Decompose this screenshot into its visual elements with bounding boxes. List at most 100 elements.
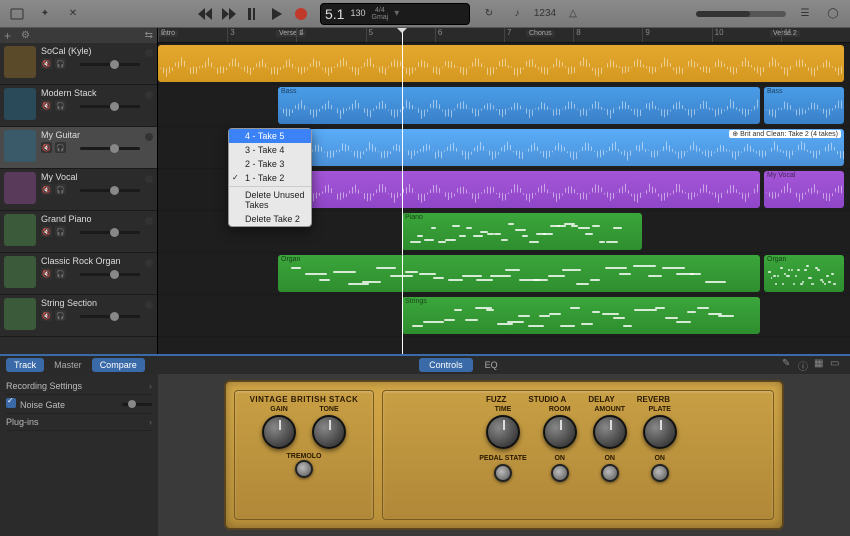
volume-slider[interactable] xyxy=(80,231,140,234)
forward-button[interactable] xyxy=(220,5,238,23)
track-header[interactable]: SoCal (Kyle) 🔇 🎧 xyxy=(0,43,157,85)
tuner-icon[interactable]: ♪ xyxy=(508,5,526,23)
ruler-bar[interactable]: 9 xyxy=(642,28,711,42)
master-volume[interactable] xyxy=(696,11,786,17)
ruler-bar[interactable]: 4 xyxy=(296,28,365,42)
takes-menu[interactable]: 4 - Take 53 - Take 42 - Take 31 - Take 2… xyxy=(228,128,312,227)
track-lane[interactable]: BassBass xyxy=(158,85,850,127)
track-color-dot[interactable] xyxy=(145,259,153,267)
volume-slider[interactable] xyxy=(80,273,140,276)
add-track-button[interactable]: + xyxy=(4,29,11,43)
takes-menu-item[interactable]: 1 - Take 2 xyxy=(229,171,311,185)
countin-icon[interactable]: 1234 xyxy=(536,5,554,23)
stop-button[interactable] xyxy=(244,5,262,23)
tab-master[interactable]: Master xyxy=(46,358,90,372)
volume-slider[interactable] xyxy=(80,189,140,192)
solo-button[interactable]: 🎧 xyxy=(55,226,66,237)
region[interactable]: Bass xyxy=(764,87,844,124)
track-lane[interactable]: OrganOrgan xyxy=(158,253,850,295)
region[interactable] xyxy=(158,45,844,82)
record-button[interactable] xyxy=(292,5,310,23)
pedal-icon[interactable]: ▭ xyxy=(830,358,844,372)
takes-menu-action[interactable]: Delete Take 2 xyxy=(229,212,311,226)
region[interactable]: Organ xyxy=(764,255,844,292)
region[interactable]: Organ xyxy=(278,255,760,292)
plate-knob[interactable] xyxy=(643,415,677,449)
ruler-bar[interactable]: 3 xyxy=(227,28,296,42)
gain-knob[interactable] xyxy=(262,415,296,449)
rewind-button[interactable] xyxy=(196,5,214,23)
takes-menu-item[interactable]: 2 - Take 3 xyxy=(229,157,311,171)
reverb-switch[interactable] xyxy=(651,464,669,482)
playhead[interactable] xyxy=(402,28,403,354)
track-header[interactable]: My Vocal 🔇 🎧 xyxy=(0,169,157,211)
amount-knob[interactable] xyxy=(593,415,627,449)
track-header[interactable]: Classic Rock Organ 🔇 🎧 xyxy=(0,253,157,295)
track-color-dot[interactable] xyxy=(145,91,153,99)
ruler[interactable]: IntroVerse 1ChorusVerse 2234567891011 xyxy=(158,28,850,43)
tab-compare[interactable]: Compare xyxy=(92,358,145,372)
lcd-display[interactable]: 5.1 130 4/4Gmaj ▾ xyxy=(320,3,470,25)
room-knob[interactable] xyxy=(543,415,577,449)
volume-slider[interactable] xyxy=(80,105,140,108)
tab-controls[interactable]: Controls xyxy=(419,358,473,372)
region[interactable]: Vocal xyxy=(278,171,760,208)
track-lane[interactable] xyxy=(158,43,850,85)
tab-eq[interactable]: EQ xyxy=(475,358,508,372)
cycle-icon[interactable]: ↻ xyxy=(480,5,498,23)
take-tag[interactable]: ⊕ Brit and Clean: Take 2 (4 takes) xyxy=(729,130,841,138)
quick-help-icon[interactable]: ✦ xyxy=(36,5,54,23)
mute-button[interactable]: 🔇 xyxy=(41,226,52,237)
noise-gate-checkbox[interactable] xyxy=(6,398,16,408)
ruler-bar[interactable]: 7 xyxy=(504,28,573,42)
solo-button[interactable]: 🎧 xyxy=(55,310,66,321)
ruler-bar[interactable]: 10 xyxy=(712,28,781,42)
track-color-dot[interactable] xyxy=(145,49,153,57)
inspector-icon[interactable]: ⓘ xyxy=(798,358,812,372)
region[interactable]: Piano xyxy=(402,213,642,250)
ruler-bar[interactable]: 2 xyxy=(158,28,227,42)
notepad-icon[interactable]: ☰ xyxy=(796,5,814,23)
region[interactable]: ⊕ Brit and Clean: Take 2 (4 takes) xyxy=(295,129,844,166)
fuzz-switch[interactable] xyxy=(494,464,512,482)
toggle-icon[interactable]: ⇆ xyxy=(145,30,153,41)
ruler-bar[interactable]: 11 xyxy=(781,28,850,42)
gear-icon[interactable]: ⚙ xyxy=(21,30,30,41)
edit-icon[interactable]: ✎ xyxy=(782,358,796,372)
solo-button[interactable]: 🎧 xyxy=(55,184,66,195)
recording-settings-row[interactable]: Recording Settings› xyxy=(6,378,152,395)
mute-button[interactable]: 🔇 xyxy=(41,142,52,153)
track-color-dot[interactable] xyxy=(145,175,153,183)
track-color-dot[interactable] xyxy=(145,217,153,225)
volume-slider[interactable] xyxy=(80,63,140,66)
ruler-bar[interactable]: 6 xyxy=(435,28,504,42)
track-header[interactable]: String Section 🔇 🎧 xyxy=(0,295,157,337)
fuzz-knob[interactable] xyxy=(486,415,520,449)
tone-knob[interactable] xyxy=(312,415,346,449)
tremolo-switch[interactable] xyxy=(295,460,313,478)
delay-switch[interactable] xyxy=(601,464,619,482)
ruler-bar[interactable]: 8 xyxy=(573,28,642,42)
solo-button[interactable]: 🎧 xyxy=(55,268,66,279)
mute-button[interactable]: 🔇 xyxy=(41,184,52,195)
volume-slider[interactable] xyxy=(80,315,140,318)
arrange-area[interactable]: IntroVerse 1ChorusVerse 2234567891011 Ba… xyxy=(158,28,850,354)
loops-icon[interactable]: ◯ xyxy=(824,5,842,23)
mute-button[interactable]: 🔇 xyxy=(41,268,52,279)
amp-icon[interactable]: ▦ xyxy=(814,358,828,372)
mute-button[interactable]: 🔇 xyxy=(41,100,52,111)
metronome-icon[interactable]: △ xyxy=(564,5,582,23)
takes-menu-item[interactable]: 3 - Take 4 xyxy=(229,143,311,157)
play-button[interactable] xyxy=(268,5,286,23)
studioa-switch[interactable] xyxy=(551,464,569,482)
region[interactable]: Strings xyxy=(402,297,760,334)
mute-button[interactable]: 🔇 xyxy=(41,58,52,69)
track-header[interactable]: My Guitar 🔇 🎧 xyxy=(0,127,157,169)
track-color-dot[interactable] xyxy=(145,133,153,141)
solo-button[interactable]: 🎧 xyxy=(55,100,66,111)
noise-gate-row[interactable]: Noise Gate xyxy=(6,395,152,414)
volume-slider[interactable] xyxy=(80,147,140,150)
track-header[interactable]: Modern Stack 🔇 🎧 xyxy=(0,85,157,127)
library-icon[interactable] xyxy=(8,5,26,23)
track-header[interactable]: Grand Piano 🔇 🎧 xyxy=(0,211,157,253)
